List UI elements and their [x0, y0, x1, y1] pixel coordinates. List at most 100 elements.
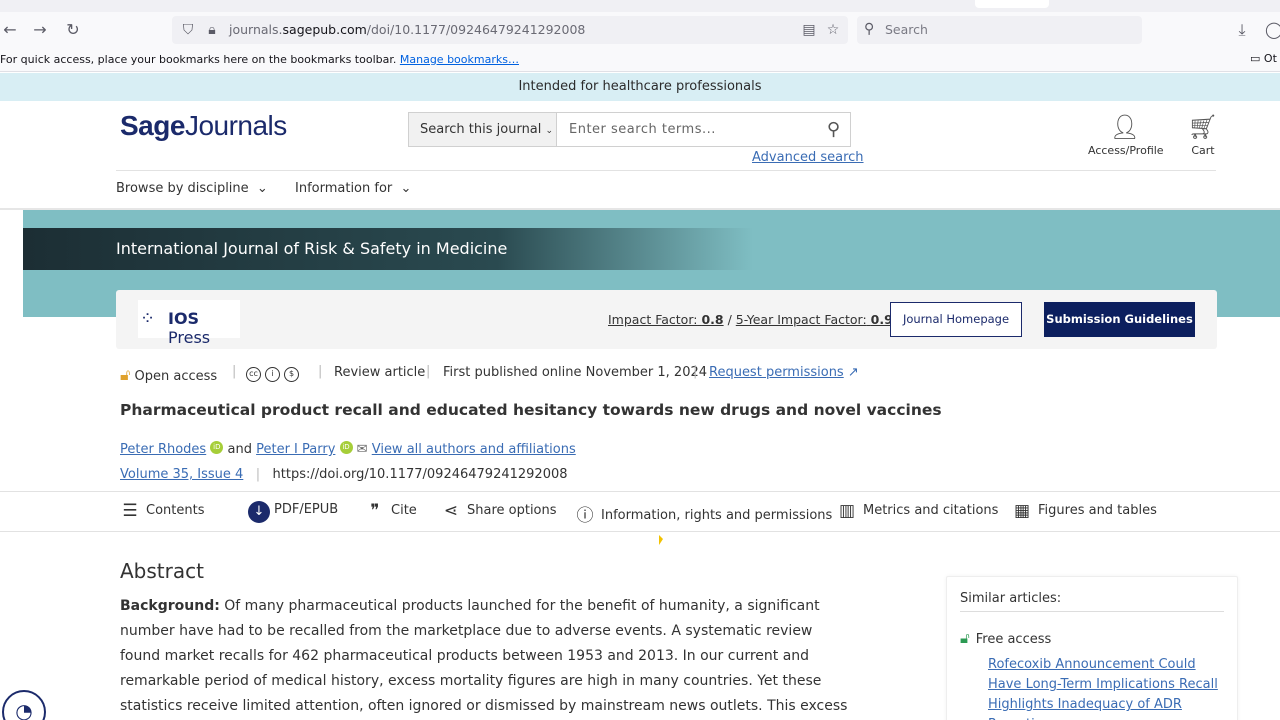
table-icon: ▦	[1013, 501, 1031, 521]
journal-card: ⁘ IOS Press Impact Factor: 0.8 / 5-Year …	[116, 290, 1217, 349]
search-icon: ⚲	[864, 21, 875, 37]
folder-icon: ▭	[1250, 52, 1261, 65]
search-input[interactable]: Enter search terms...	[569, 122, 716, 137]
user-icon: 👤︎	[1109, 113, 1141, 141]
nav-information-for[interactable]: Information for ⌄	[295, 181, 411, 196]
advanced-search-link[interactable]: Advanced search	[752, 150, 864, 165]
quote-icon: ❞	[370, 501, 380, 521]
lock-icon[interactable]: 🔒︎	[203, 21, 221, 39]
address-bar[interactable]: ⛉ 🔒︎ journals.sagepub.com/doi/10.1177/09…	[172, 16, 848, 44]
download-icon: ↓	[248, 501, 270, 523]
author-link[interactable]: Peter Rhodes	[120, 442, 206, 457]
journal-search: Search this journal ⌄ Enter search terms…	[408, 112, 851, 147]
share-options-button[interactable]: ⋖ Share options	[439, 501, 557, 521]
access-profile-label: Access/Profile	[1088, 144, 1164, 157]
abstract-body: Of many pharmaceutical products launched…	[120, 598, 848, 714]
metrics-button[interactable]: ▥ Metrics and citations	[835, 501, 998, 521]
access-profile-button[interactable]: 👤︎ Access/Profile	[1088, 110, 1164, 157]
bar-chart-icon: ▥	[838, 501, 856, 521]
background-label: Background:	[120, 598, 220, 614]
other-bookmarks-label: Ot	[1263, 52, 1277, 65]
info-icon: ⓘ	[576, 506, 594, 526]
cart-label: Cart	[1191, 144, 1215, 157]
healthcare-banner: Intended for healthcare professionals	[0, 73, 1280, 101]
browser-search[interactable]: ⚲ Search	[857, 16, 1142, 44]
browser-search-placeholder: Search	[885, 22, 928, 37]
tab-strip	[0, 0, 1280, 12]
email-icon[interactable]: ✉	[357, 442, 368, 457]
information-button[interactable]: ⓘ Information, rights and permissions	[573, 501, 833, 526]
other-bookmarks[interactable]: ▭ Ot	[1250, 52, 1277, 65]
mouse-cursor	[659, 535, 663, 545]
figures-tables-button[interactable]: ▦ Figures and tables	[1010, 501, 1157, 521]
search-icon[interactable]: ⚲	[827, 119, 840, 140]
authors-row: Peter Rhodes iD and Peter I Parry iD ✉ V…	[120, 441, 576, 457]
journal-homepage-button[interactable]: Journal Homepage	[890, 302, 1022, 337]
browser-navbar: ← → ↻ ⛉ 🔒︎ journals.sagepub.com/doi/10.1…	[0, 12, 1280, 48]
download-icon[interactable]: ⤓	[1232, 20, 1252, 40]
article-toolbar: ☰ Contents ↓ PDF/EPUB ❞ Cite ⋖ Share options…	[0, 491, 1280, 532]
account-icon[interactable]: ◯	[1264, 20, 1280, 40]
bookmarks-toolbar: For quick access, place your bookmarks h…	[0, 48, 1280, 72]
ios-press-icon: ⁘	[140, 308, 156, 329]
forward-icon[interactable]: →	[30, 20, 50, 40]
sage-journals-logo[interactable]: SageJournals	[120, 110, 287, 142]
url-text[interactable]: journals.sagepub.com/doi/10.1177/0924647…	[229, 22, 585, 37]
license-icons[interactable]: cc i $	[246, 365, 303, 382]
share-icon: ⋖	[443, 501, 459, 521]
search-scope-select[interactable]: Search this journal ⌄	[409, 113, 557, 146]
orcid-icon[interactable]: iD	[339, 441, 353, 454]
open-access-label: Open access	[134, 369, 218, 384]
free-access-badge: 🔓︎ Free access	[960, 629, 1052, 647]
nav-browse-by-discipline[interactable]: Browse by discipline ⌄	[116, 181, 268, 196]
bookmarks-message: For quick access, place your bookmarks h…	[0, 53, 397, 66]
impact-factor-link[interactable]: Impact Factor: 0.8	[608, 312, 724, 327]
bookmark-star-icon[interactable]: ☆	[824, 21, 842, 39]
cc-icon: cc	[246, 367, 261, 382]
by-icon: i	[265, 367, 280, 382]
request-permissions-link[interactable]: Request permissions	[709, 365, 844, 380]
tracking-shield-icon[interactable]: ⛉	[179, 21, 197, 39]
external-link-icon: ↗	[847, 365, 859, 380]
submission-guidelines-button[interactable]: Submission Guidelines	[1044, 302, 1195, 337]
abstract-heading: Abstract	[120, 559, 204, 583]
article-type: Review article	[334, 365, 426, 380]
cookie-settings-icon[interactable]: ◔	[2, 690, 46, 720]
chevron-down-icon: ⌄	[256, 181, 268, 196]
reader-view-icon[interactable]: ▤	[800, 21, 818, 39]
reload-icon[interactable]: ↻	[63, 20, 83, 40]
nc-icon: $	[284, 367, 299, 382]
pdf-epub-button[interactable]: ↓ PDF/EPUB	[248, 501, 338, 523]
similar-article-link[interactable]: Rofecoxib Announcement Could Have Long-T…	[988, 655, 1228, 720]
author-link[interactable]: Peter I Parry	[256, 442, 335, 457]
volume-row: Volume 35, Issue 4 | https://doi.org/10.…	[120, 467, 568, 482]
all-authors-link[interactable]: View all authors and affiliations	[372, 442, 576, 457]
active-tab-edge[interactable]	[975, 0, 1049, 8]
cite-button[interactable]: ❞ Cite	[363, 501, 416, 521]
and-text: and	[227, 442, 252, 457]
chevron-down-icon: ⌄	[545, 126, 554, 136]
article-title: Pharmaceutical product recall and educat…	[120, 401, 942, 419]
publication-date: First published online November 1, 2024	[443, 365, 708, 380]
open-access-icon: 🔓︎	[120, 365, 131, 384]
unlock-icon: 🔓︎	[960, 629, 970, 647]
cart-icon: 🛒︎	[1187, 113, 1219, 141]
similar-articles-heading: Similar articles:	[960, 591, 1062, 606]
five-year-impact-link[interactable]: 5-Year Impact Factor: 0.9	[736, 312, 893, 327]
abstract-text: Background: Of many pharmaceutical produ…	[120, 594, 850, 720]
volume-issue-link[interactable]: Volume 35, Issue 4	[120, 467, 243, 482]
orcid-icon[interactable]: iD	[210, 441, 224, 454]
ios-press-logo[interactable]: ⁘ IOS Press	[138, 300, 240, 347]
site-nav: Browse by discipline ⌄ Information for ⌄	[116, 170, 1216, 208]
impact-factors: Impact Factor: 0.8 / 5-Year Impact Facto…	[608, 312, 893, 327]
journal-title[interactable]: International Journal of Risk & Safety i…	[116, 239, 507, 258]
doi-text[interactable]: https://doi.org/10.1177/0924647924129200…	[273, 467, 568, 482]
chevron-down-icon: ⌄	[400, 181, 412, 196]
similar-articles-panel: Similar articles: 🔓︎ Free access Rofecoxi…	[946, 576, 1238, 720]
menu-icon: ☰	[122, 501, 138, 521]
contents-button[interactable]: ☰ Contents	[118, 501, 204, 521]
cart-button[interactable]: 🛒︎ Cart	[1186, 110, 1220, 157]
back-icon[interactable]: ←	[0, 20, 20, 40]
divider	[960, 611, 1224, 612]
manage-bookmarks-link[interactable]: Manage bookmarks…	[400, 53, 519, 66]
